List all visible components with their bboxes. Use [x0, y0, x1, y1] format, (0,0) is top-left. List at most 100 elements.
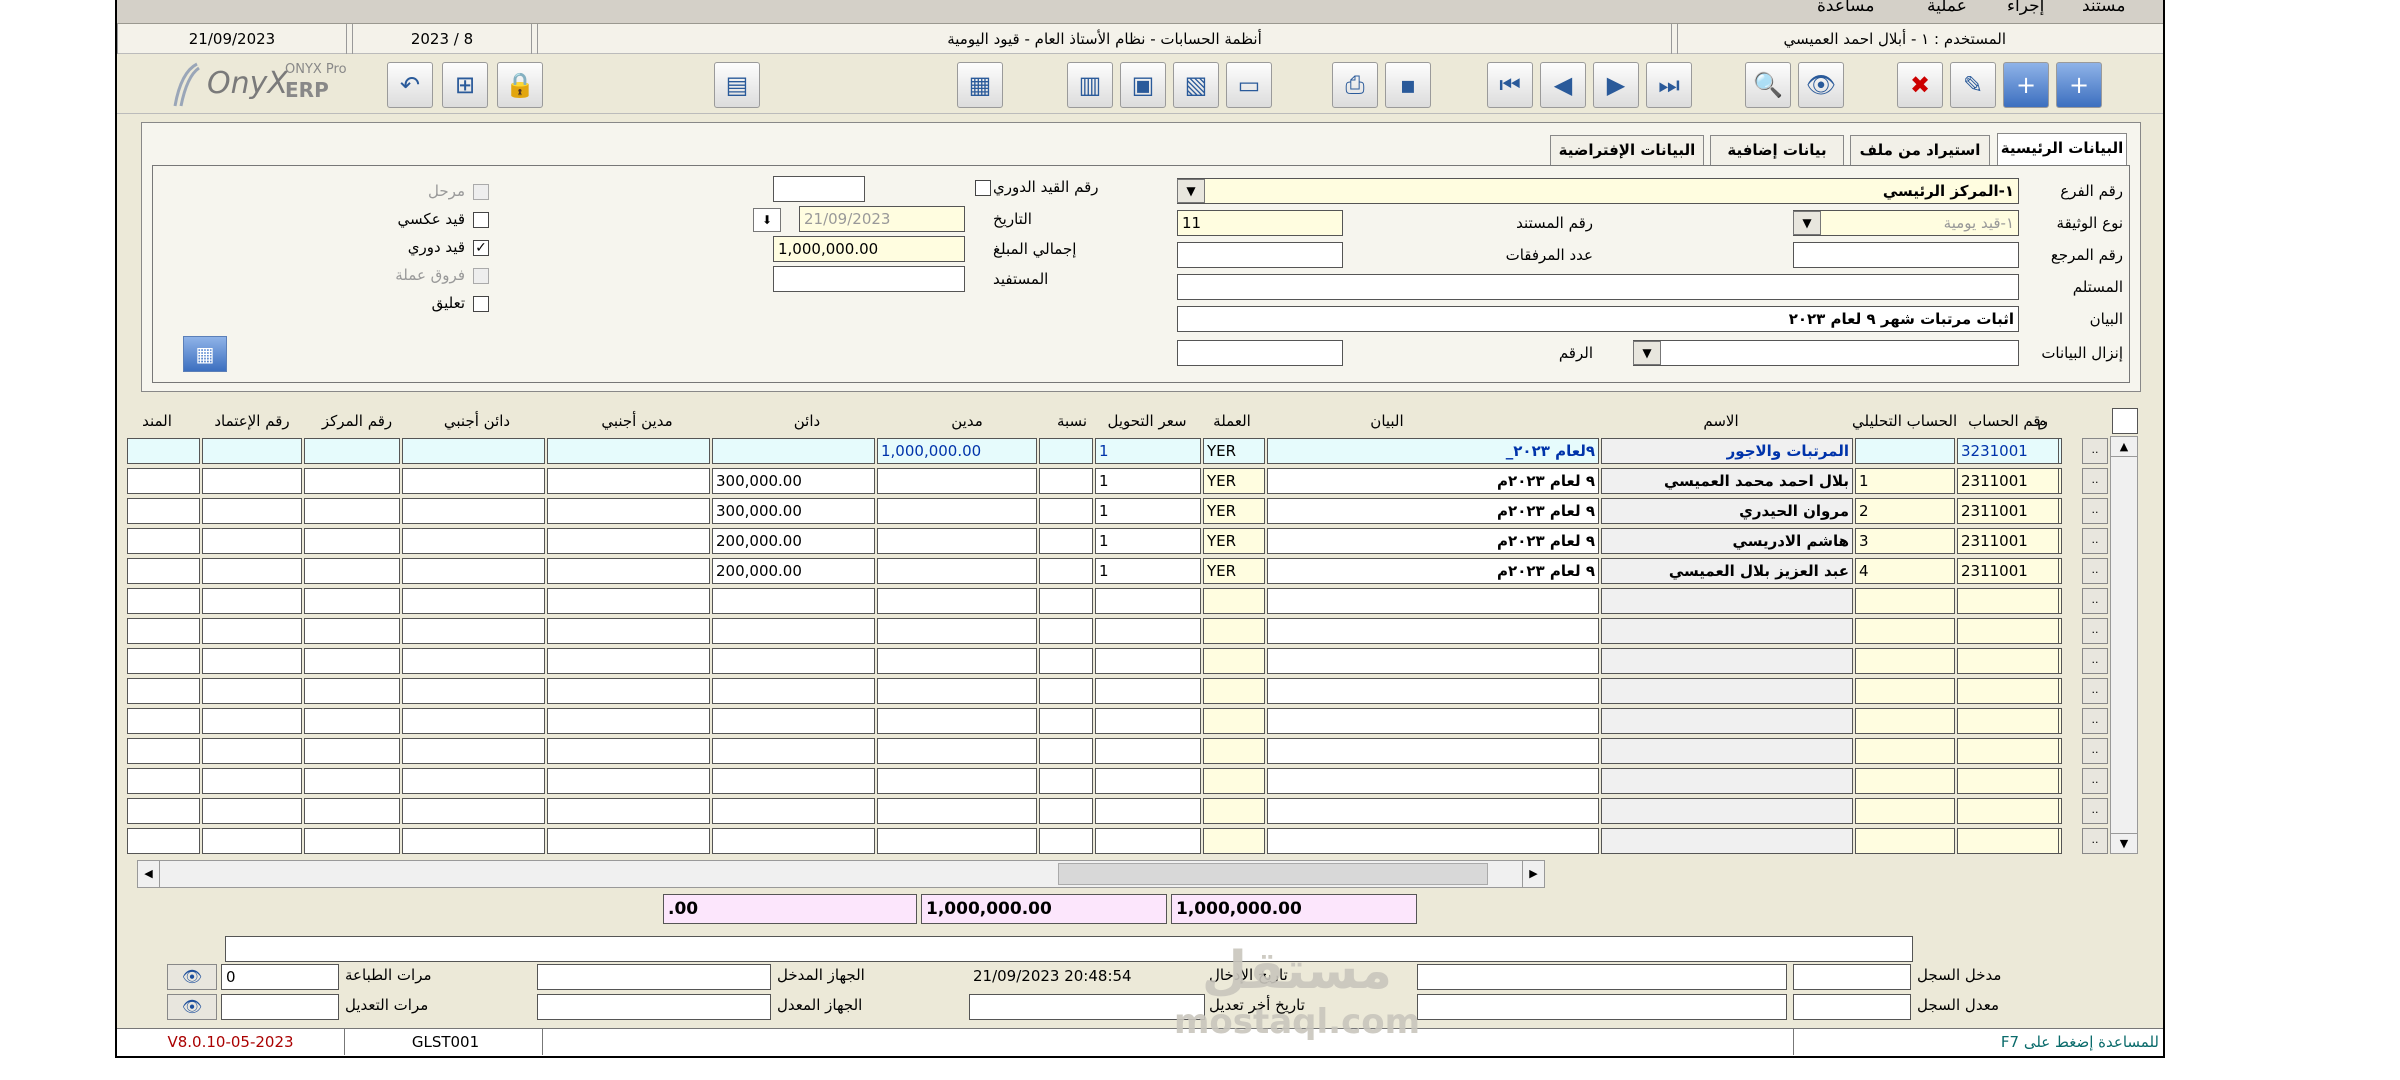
cell-analytic[interactable]	[1855, 438, 1955, 464]
cell-credit[interactable]	[712, 738, 875, 764]
cell-foreign-debit[interactable]	[547, 618, 710, 644]
menu-help[interactable]: مساعدة	[1817, 0, 1874, 16]
cell-foreign-debit[interactable]	[547, 738, 710, 764]
ref-no-field[interactable]	[1793, 242, 2019, 268]
add-button[interactable]: +	[2003, 62, 2049, 108]
cell-rate[interactable]	[1095, 768, 1201, 794]
cell-currency[interactable]	[1203, 828, 1265, 854]
cell-statement[interactable]	[1267, 618, 1599, 644]
cell-foreign-credit[interactable]	[402, 618, 545, 644]
cell-approval[interactable]	[202, 588, 302, 614]
cell-foreign-credit[interactable]	[402, 738, 545, 764]
report-button[interactable]: ▧	[1173, 62, 1219, 108]
cell-foreign-debit[interactable]	[547, 798, 710, 824]
cell-foreign-credit[interactable]	[402, 528, 545, 554]
cell-analytic[interactable]	[1855, 708, 1955, 734]
cell-statement[interactable]	[1267, 768, 1599, 794]
cell-debit[interactable]	[877, 828, 1037, 854]
cell-rate[interactable]	[1095, 678, 1201, 704]
cell-rep[interactable]	[127, 498, 200, 524]
cell-rep[interactable]	[127, 678, 200, 704]
cell-statement[interactable]: ٩ لعام ٢٠٢٣م	[1267, 558, 1599, 584]
cell-currency[interactable]	[1203, 588, 1265, 614]
cell-approval[interactable]	[202, 618, 302, 644]
cell-foreign-debit[interactable]	[547, 498, 710, 524]
cell-center[interactable]	[304, 648, 400, 674]
total-amount-field[interactable]: 1,000,000.00	[773, 236, 965, 262]
cell-rep[interactable]	[127, 798, 200, 824]
grid-horizontal-scrollbar[interactable]: ◀ ▶	[137, 860, 1545, 888]
cell-foreign-credit[interactable]	[402, 678, 545, 704]
cell-account[interactable]	[1957, 648, 2059, 674]
row-lookup-button[interactable]: ..	[2082, 468, 2108, 494]
cell-center[interactable]	[304, 528, 400, 554]
cell-foreign-debit[interactable]	[547, 588, 710, 614]
cell-rate[interactable]	[1095, 588, 1201, 614]
cell-account[interactable]	[1957, 798, 2059, 824]
cell-foreign-debit[interactable]	[547, 438, 710, 464]
cell-foreign-credit[interactable]	[402, 828, 545, 854]
cell-rate[interactable]: 1	[1095, 498, 1201, 524]
cell-credit[interactable]	[712, 648, 875, 674]
scroll-down-arrow-icon[interactable]: ▼	[2111, 833, 2137, 853]
cell-debit[interactable]	[877, 528, 1037, 554]
statement-field[interactable]: اثبات مرتبات شهر ٩ لعام ٢٠٢٣	[1177, 306, 2019, 332]
cell-name[interactable]: المرتبات والاجور	[1601, 438, 1853, 464]
cell-foreign-credit[interactable]	[402, 558, 545, 584]
cell-center[interactable]	[304, 798, 400, 824]
cell-currency[interactable]	[1203, 618, 1265, 644]
cell-center[interactable]	[304, 828, 400, 854]
cell-analytic[interactable]	[1855, 828, 1955, 854]
cell-rep[interactable]	[127, 558, 200, 584]
cell-analytic[interactable]: 1	[1855, 468, 1955, 494]
doc-type-dropdown-button[interactable]: ▼	[1793, 211, 1821, 235]
scroll-left-arrow-icon[interactable]: ◀	[138, 861, 160, 887]
cell-ratio[interactable]	[1039, 798, 1093, 824]
tab-main-data[interactable]: البيانات الرئيسية	[1997, 133, 2127, 165]
cell-statement[interactable]: ٩ لعام ٢٠٢٣م	[1267, 528, 1599, 554]
cell-approval[interactable]	[202, 678, 302, 704]
cell-account[interactable]	[1957, 828, 2059, 854]
row-lookup-button[interactable]: ..	[2082, 798, 2108, 824]
cell-debit[interactable]	[877, 678, 1037, 704]
edit-button[interactable]: ✎	[1950, 62, 1996, 108]
cell-currency[interactable]	[1203, 738, 1265, 764]
cell-debit[interactable]	[877, 468, 1037, 494]
cell-center[interactable]	[304, 558, 400, 584]
cell-rep[interactable]	[127, 528, 200, 554]
cell-credit[interactable]	[712, 618, 875, 644]
cell-currency[interactable]	[1203, 678, 1265, 704]
number-field[interactable]	[1177, 340, 1343, 366]
print-button[interactable]: ⎙	[1332, 62, 1378, 108]
cell-account[interactable]	[1957, 768, 2059, 794]
cell-rate[interactable]	[1095, 828, 1201, 854]
tab-additional-data[interactable]: بيانات إضافية	[1710, 135, 1844, 165]
cell-rep[interactable]	[127, 708, 200, 734]
cell-foreign-credit[interactable]	[402, 768, 545, 794]
download-data-dropdown-button[interactable]: ▼	[1633, 341, 1661, 365]
cell-center[interactable]	[304, 618, 400, 644]
row-lookup-button[interactable]: ..	[2082, 738, 2108, 764]
cell-center[interactable]	[304, 678, 400, 704]
cell-currency[interactable]	[1203, 798, 1265, 824]
branch-dropdown-button[interactable]: ▼	[1177, 179, 1205, 203]
cell-rate[interactable]	[1095, 648, 1201, 674]
cell-rep[interactable]	[127, 768, 200, 794]
cell-approval[interactable]	[202, 798, 302, 824]
cell-debit[interactable]	[877, 708, 1037, 734]
cell-foreign-debit[interactable]	[547, 708, 710, 734]
cell-statement[interactable]: ٩ لعام ٢٠٢٣م	[1267, 468, 1599, 494]
cell-name[interactable]	[1601, 648, 1853, 674]
periodic-no-checkbox[interactable]	[975, 180, 991, 196]
periodic-entry-checkbox[interactable]: ✓	[473, 240, 489, 256]
delete-button[interactable]: ✖	[1897, 62, 1943, 108]
row-lookup-button[interactable]: ..	[2082, 678, 2108, 704]
doc-type-field[interactable]: ١-قيد يومية	[1793, 210, 2019, 236]
cell-debit[interactable]: 1,000,000.00	[877, 438, 1037, 464]
cell-account[interactable]: 2311001	[1957, 498, 2059, 524]
date-field[interactable]: 21/09/2023	[799, 206, 965, 232]
cell-foreign-debit[interactable]	[547, 828, 710, 854]
print-history-button[interactable]: 👁	[167, 964, 217, 990]
row-lookup-button[interactable]: ..	[2082, 438, 2108, 464]
cell-foreign-credit[interactable]	[402, 498, 545, 524]
